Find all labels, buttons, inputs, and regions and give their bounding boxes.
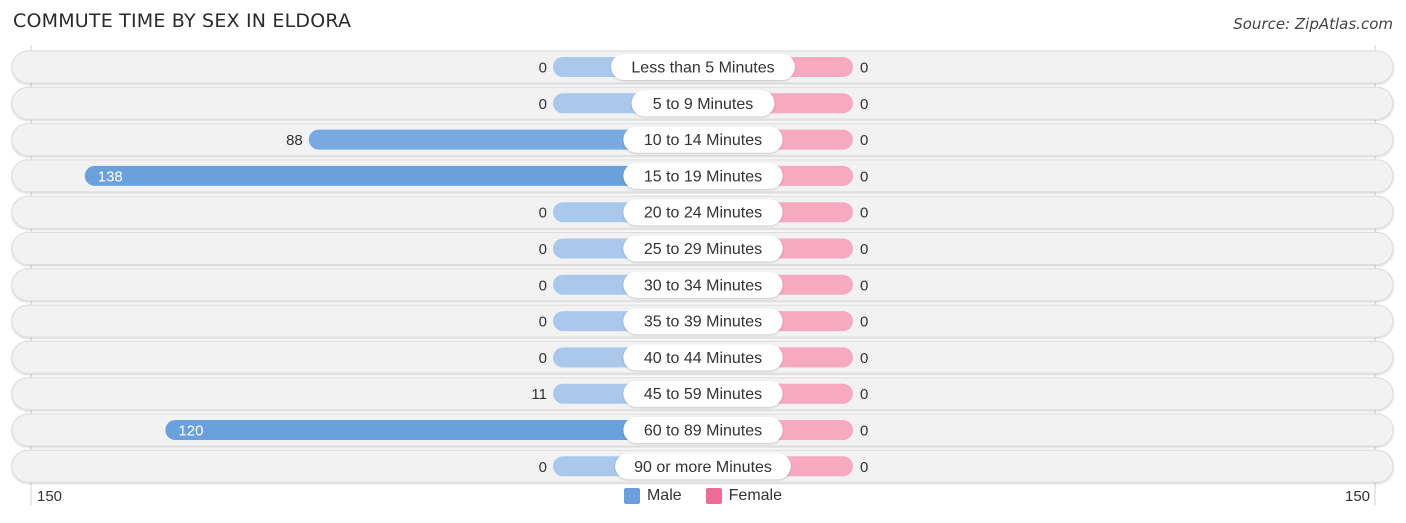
legend-item-male[interactable]: Male [623,487,682,505]
table-row: 0 0 90 or more Minutes [11,449,1394,483]
category-label: 15 to 19 Minutes [644,168,762,185]
table-row: 138 0 15 to 19 Minutes [11,159,1394,193]
male-value-label: 0 [539,205,547,222]
category-label: 40 to 44 Minutes [644,350,762,367]
table-row: 11 0 45 to 59 Minutes [11,377,1394,411]
chart-canvas: 0 0 Less than 5 Minutes 0 0 5 to 9 Minutes 88 0… [11,45,1394,505]
category-label: 5 to 9 Minutes [653,96,754,113]
legend-item-female[interactable]: Female [705,487,783,505]
category-label: 10 to 14 Minutes [644,132,762,149]
male-value-label: 138 [98,168,123,185]
female-value-label: 0 [860,277,868,294]
male-bar[interactable] [165,420,703,440]
male-value-label: 0 [539,277,547,294]
male-value-label: 0 [539,241,547,258]
female-value-label: 0 [860,205,868,222]
female-value-label: 0 [860,423,868,440]
table-row: 0 0 30 to 34 Minutes [11,268,1394,302]
female-value-label: 0 [860,459,868,476]
male-bar[interactable] [84,165,703,186]
category-label: Less than 5 Minutes [631,60,774,77]
category-label: 45 to 59 Minutes [644,386,762,403]
female-value-label: 0 [860,60,868,77]
female-value-label: 0 [860,386,868,403]
category-label: 35 to 39 Minutes [644,314,762,331]
legend-label-female: Female [728,487,783,504]
male-value-label: 0 [539,96,547,113]
male-value-label: 120 [178,423,203,440]
table-row: 88 0 10 to 14 Minutes [11,123,1394,157]
table-row: 0 0 25 to 29 Minutes [11,232,1394,265]
female-value-label: 0 [860,132,868,149]
male-value-label: 11 [531,386,547,403]
table-row: 0 0 20 to 24 Minutes [11,195,1394,229]
female-value-label: 0 [860,350,868,367]
table-row: 0 0 40 to 44 Minutes [11,340,1394,374]
table-row: 0 0 35 to 39 Minutes [11,304,1394,338]
category-label: 90 or more Minutes [634,459,772,476]
male-value-label: 0 [539,350,547,367]
female-value-label: 0 [860,96,868,113]
male-value-label: 0 [539,60,547,77]
table-row: 0 0 5 to 9 Minutes [11,86,1394,120]
legend-swatch-female [705,488,722,504]
category-label: 25 to 29 Minutes [644,241,762,258]
category-label: 60 to 89 Minutes [644,423,762,440]
legend: Male Female [0,487,1406,505]
category-label: 30 to 34 Minutes [644,277,762,294]
male-value-label: 0 [539,314,547,331]
legend-swatch-male [623,488,640,504]
table-row: 0 0 Less than 5 Minutes [11,50,1394,84]
legend-label-male: Male [646,487,682,504]
female-value-label: 0 [860,168,868,185]
male-value-label: 88 [286,132,303,149]
female-value-label: 0 [860,241,868,258]
category-label: 20 to 24 Minutes [644,205,762,222]
male-value-label: 0 [539,459,547,476]
female-value-label: 0 [860,314,868,331]
table-row: 120 0 60 to 89 Minutes [11,413,1394,447]
